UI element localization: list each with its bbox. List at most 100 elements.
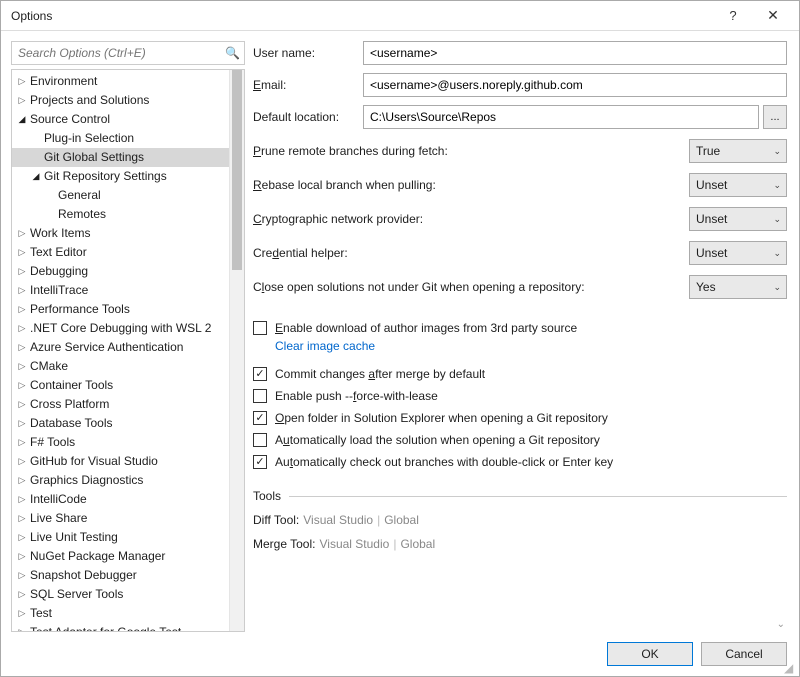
options-tree[interactable]: ▷Environment▷Projects and Solutions◢Sour… [11,69,245,632]
tree-item[interactable]: ▷NuGet Package Manager [12,547,229,566]
tree-item[interactable]: Plug-in Selection [12,129,229,148]
tree-item[interactable]: ◢Source Control [12,110,229,129]
tree-item[interactable]: ▷SQL Server Tools [12,585,229,604]
search-input[interactable] [16,45,225,61]
tree-item-label: Graphics Diagnostics [30,471,143,490]
close-button[interactable]: ✕ [753,2,793,30]
cancel-button[interactable]: Cancel [701,642,787,666]
tree-item[interactable]: Remotes [12,205,229,224]
caret-closed-icon[interactable]: ▷ [16,357,28,376]
caret-closed-icon[interactable]: ▷ [16,224,28,243]
caret-closed-icon[interactable]: ▷ [16,300,28,319]
tree-item-label: Cross Platform [30,395,109,414]
commit-after-merge-checkbox[interactable] [253,367,267,381]
close-solutions-combo[interactable]: Yes⌄ [689,275,787,299]
tree-item[interactable]: ▷Test Adapter for Google Test [12,623,229,631]
caret-closed-icon[interactable]: ▷ [16,243,28,262]
caret-closed-icon[interactable]: ▷ [16,604,28,623]
tree-item[interactable]: ▷.NET Core Debugging with WSL 2 [12,319,229,338]
caret-closed-icon[interactable]: ▷ [16,72,28,91]
tree-item[interactable]: ▷Test [12,604,229,623]
tree-item[interactable]: ▷IntelliTrace [12,281,229,300]
tree-item-label: Performance Tools [30,300,130,319]
tree-item[interactable]: ▷Projects and Solutions [12,91,229,110]
tree-item-label: Projects and Solutions [30,91,149,110]
caret-closed-icon[interactable]: ▷ [16,509,28,528]
username-input[interactable] [363,41,787,65]
tree-item-label: .NET Core Debugging with WSL 2 [30,319,211,338]
tree-item[interactable]: ▷Text Editor [12,243,229,262]
caret-closed-icon[interactable]: ▷ [16,585,28,604]
search-box[interactable]: 🔍 [11,41,245,65]
tree-item[interactable]: ▷GitHub for Visual Studio [12,452,229,471]
caret-closed-icon[interactable]: ▷ [16,566,28,585]
caret-open-icon[interactable]: ◢ [16,110,28,129]
caret-closed-icon[interactable]: ▷ [16,262,28,281]
email-input[interactable] [363,73,787,97]
caret-closed-icon[interactable]: ▷ [16,547,28,566]
enable-images-checkbox[interactable] [253,321,267,335]
caret-closed-icon[interactable]: ▷ [16,376,28,395]
tree-item[interactable]: ▷Database Tools [12,414,229,433]
caret-closed-icon[interactable]: ▷ [16,91,28,110]
tree-item[interactable]: ▷Environment [12,72,229,91]
tree-item[interactable]: ▷Work Items [12,224,229,243]
caret-closed-icon[interactable]: ▷ [16,395,28,414]
tree-item[interactable]: ▷Performance Tools [12,300,229,319]
tree-item[interactable]: ▷CMake [12,357,229,376]
caret-closed-icon[interactable]: ▷ [16,414,28,433]
merge-tool-vs[interactable]: Visual Studio [319,537,389,551]
auto-load-checkbox[interactable] [253,433,267,447]
ok-button[interactable]: OK [607,642,693,666]
force-lease-checkbox[interactable] [253,389,267,403]
tree-item-label: IntelliCode [30,490,87,509]
diff-tool-vs[interactable]: Visual Studio [303,513,373,527]
tree-item[interactable]: ◢Git Repository Settings [12,167,229,186]
caret-closed-icon[interactable]: ▷ [16,319,28,338]
caret-closed-icon[interactable]: ▷ [16,471,28,490]
crypto-combo[interactable]: Unset⌄ [689,207,787,231]
prune-combo[interactable]: True⌄ [689,139,787,163]
email-label: Email: [253,78,363,92]
tree-item-label: Debugging [30,262,88,281]
tree-item[interactable]: ▷Live Unit Testing [12,528,229,547]
caret-closed-icon[interactable]: ▷ [16,452,28,471]
tree-scroll-thumb[interactable] [232,70,242,270]
help-button[interactable]: ? [713,2,753,30]
tree-item[interactable]: ▷F# Tools [12,433,229,452]
tree-item[interactable]: Git Global Settings [12,148,229,167]
caret-closed-icon[interactable]: ▷ [16,281,28,300]
auto-checkout-label: Automatically check out branches with do… [275,455,613,469]
caret-closed-icon[interactable]: ▷ [16,490,28,509]
tree-item-label: Text Editor [30,243,87,262]
caret-open-icon[interactable]: ◢ [30,167,42,186]
chevron-down-icon: ⌄ [773,180,781,191]
tree-item[interactable]: ▷Cross Platform [12,395,229,414]
credential-label: Credential helper: [253,246,348,260]
tree-scrollbar[interactable] [229,70,244,631]
tree-item[interactable]: ▷Snapshot Debugger [12,566,229,585]
tree-item[interactable]: ▷IntelliCode [12,490,229,509]
caret-closed-icon[interactable]: ▷ [16,338,28,357]
tree-item[interactable]: ▷Live Share [12,509,229,528]
default-location-input[interactable] [363,105,759,129]
caret-closed-icon[interactable]: ▷ [16,433,28,452]
credential-combo[interactable]: Unset⌄ [689,241,787,265]
diff-tool-global[interactable]: Global [384,513,419,527]
caret-closed-icon[interactable]: ▷ [16,528,28,547]
rebase-combo[interactable]: Unset⌄ [689,173,787,197]
browse-button[interactable]: ... [763,105,787,129]
tree-item-label: Test Adapter for Google Test [30,623,181,631]
caret-closed-icon[interactable]: ▷ [16,623,28,631]
tree-item-label: F# Tools [30,433,75,452]
tree-item[interactable]: ▷Azure Service Authentication [12,338,229,357]
tree-item[interactable]: General [12,186,229,205]
open-folder-checkbox[interactable] [253,411,267,425]
merge-tool-global[interactable]: Global [400,537,435,551]
tree-item[interactable]: ▷Container Tools [12,376,229,395]
tree-item[interactable]: ▷Debugging [12,262,229,281]
clear-image-cache-link[interactable]: Clear image cache [275,339,787,353]
crypto-label: Cryptographic network provider: [253,212,423,226]
auto-checkout-checkbox[interactable] [253,455,267,469]
tree-item[interactable]: ▷Graphics Diagnostics [12,471,229,490]
